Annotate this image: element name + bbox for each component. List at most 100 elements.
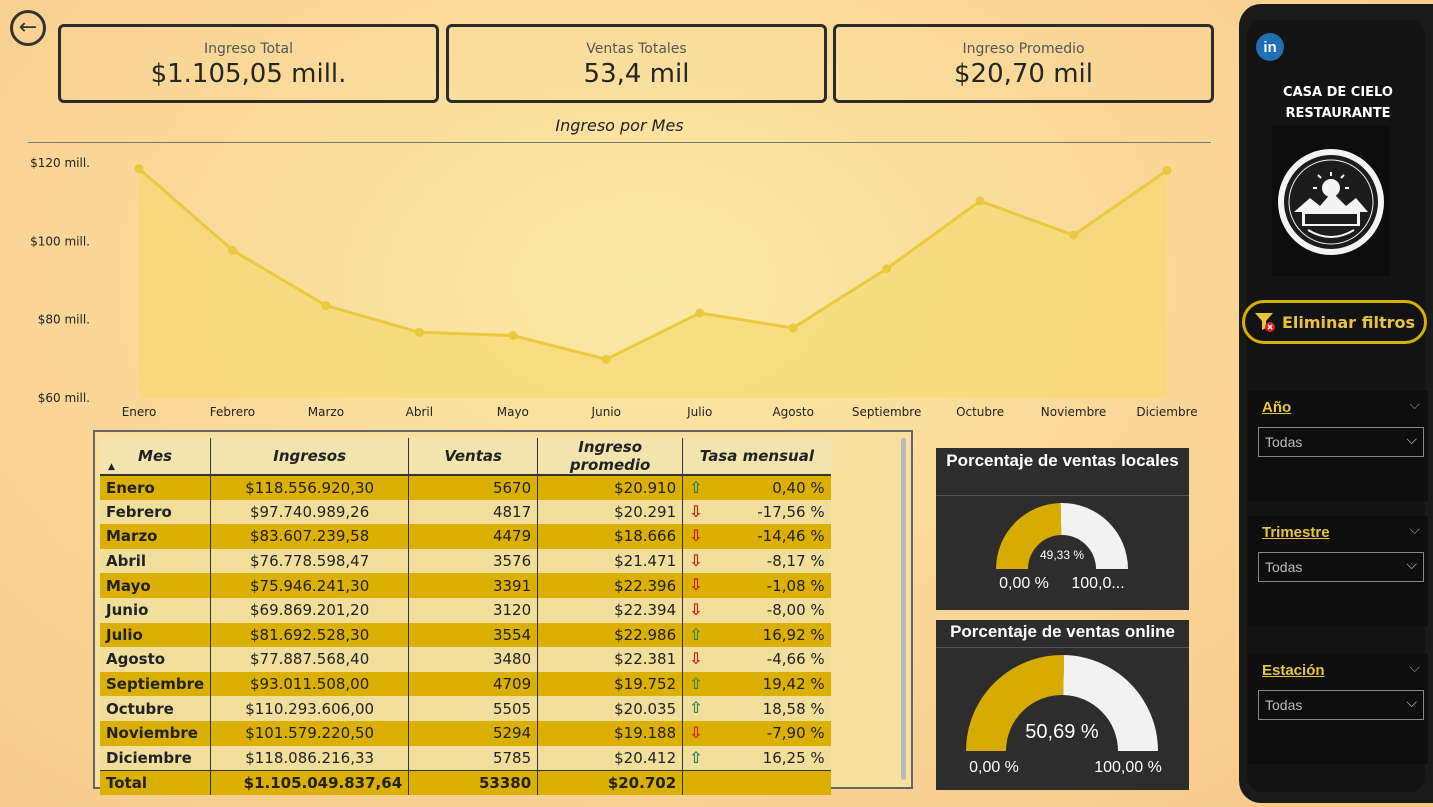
- table-row[interactable]: Diciembre $118.086.216,33 5785 $20.412 ⇧ 16,2…: [100, 745, 831, 771]
- data-point[interactable]: [321, 301, 331, 311]
- kpi-label: Ventas Totales: [586, 41, 687, 57]
- cell-promedio: $20.910: [537, 475, 684, 500]
- cell-ingresos: $69.869.201,20: [210, 597, 410, 623]
- data-point[interactable]: [882, 264, 892, 274]
- arrow-down-icon: ⇩: [689, 526, 703, 546]
- filter-label: Trimestre: [1262, 524, 1330, 541]
- cell-mes: Julio: [100, 622, 212, 648]
- table-row[interactable]: Agosto $77.887.568,40 3480 $22.381 ⇩ -4,66 %: [100, 647, 831, 672]
- arrow-left-icon: ←: [18, 15, 38, 40]
- column-header-mes[interactable]: Mes ▲: [100, 438, 212, 476]
- chevron-down-icon[interactable]: ⌵: [1409, 397, 1420, 413]
- table-row[interactable]: Junio $69.869.201,20 3120 $22.394 ⇩ -8,00 %: [100, 597, 831, 623]
- cell-promedio: $22.381: [537, 647, 684, 672]
- arrow-up-icon: ⇧: [689, 624, 703, 644]
- column-header-ventas[interactable]: Ventas: [408, 438, 539, 476]
- arrow-down-icon: ⇩: [689, 550, 703, 570]
- column-header-ingresos[interactable]: Ingresos: [210, 438, 410, 476]
- table-row[interactable]: Noviembre $101.579.220,50 5294 $19.188 ⇩ -7,9…: [100, 720, 831, 746]
- filter-trimestre-select[interactable]: Todas ⌵: [1258, 552, 1424, 582]
- x-tick-label: Junio: [591, 405, 621, 419]
- table-row[interactable]: Julio $81.692.528,30 3554 $22.986 ⇧ 16,92 %: [100, 622, 831, 648]
- table-row[interactable]: Enero $118.556.920,30 5670 $20.910 ⇧ 0,40 %: [100, 475, 831, 500]
- data-point[interactable]: [414, 327, 424, 337]
- kpi-value: 53,4 mil: [583, 59, 690, 89]
- chevron-down-icon: ⌵: [1406, 431, 1417, 447]
- arrow-down-icon: ⇩: [689, 649, 703, 669]
- cell-ventas: 3576: [408, 548, 539, 574]
- data-point[interactable]: [1069, 230, 1079, 240]
- table-row[interactable]: Octubre $110.293.606,00 5505 $20.035 ⇧ 18,58 …: [100, 696, 831, 721]
- y-tick-label: $100 mill.: [30, 234, 90, 248]
- column-header-tasa-mensual[interactable]: Tasa mensual: [682, 438, 831, 476]
- y-tick-label: $120 mill.: [30, 156, 90, 170]
- kpi-value: $1.105,05 mill.: [150, 59, 347, 89]
- cell-promedio: $19.188: [537, 720, 684, 746]
- filter-label: Año: [1262, 399, 1292, 416]
- x-tick-label: Febrero: [210, 405, 255, 419]
- x-tick-label: Diciembre: [1136, 405, 1197, 419]
- cell-ingresos: $77.887.568,40: [210, 647, 410, 672]
- data-point[interactable]: [695, 308, 705, 318]
- back-button[interactable]: ←: [10, 10, 46, 46]
- data-point[interactable]: [508, 331, 518, 341]
- filter-trimestre: Trimestre ⌵ Todas ⌵: [1248, 516, 1428, 626]
- data-point[interactable]: [1162, 165, 1172, 175]
- cell-promedio: $20.035: [537, 696, 684, 721]
- ingreso-por-mes-chart[interactable]: $60 mill. $80 mill. $100 mill. $120 mill. En…: [0, 144, 1230, 424]
- table-row[interactable]: Septiembre $93.011.508,00 4709 $19.752 ⇧ 19,4…: [100, 671, 831, 697]
- cell-ventas: 4709: [408, 671, 539, 697]
- cell-mes: Abril: [100, 548, 212, 574]
- kpi-card-ingreso-promedio: Ingreso Promedio $20,70 mil: [833, 24, 1214, 103]
- cell-promedio: $22.394: [537, 597, 684, 623]
- cell-promedio: $20.702: [537, 769, 684, 795]
- kpi-card-ventas-totales: Ventas Totales 53,4 mil: [446, 24, 827, 103]
- cell-mes: Septiembre: [100, 671, 212, 697]
- table-row[interactable]: Mayo $75.946.241,30 3391 $22.396 ⇩ -1,08 %: [100, 573, 831, 598]
- cell-tasa: ⇧ 16,25 %: [682, 745, 831, 771]
- chevron-down-icon[interactable]: ⌵: [1409, 522, 1420, 538]
- cell-tasa: ⇩ -14,46 %: [682, 524, 831, 549]
- table-row[interactable]: Febrero $97.740.989,26 4817 $20.291 ⇩ -17,56 …: [100, 499, 831, 525]
- x-tick-label: Noviembre: [1041, 405, 1107, 419]
- gauge-title: Porcentaje de ventas online: [936, 620, 1189, 648]
- cell-ventas: 5505: [408, 696, 539, 721]
- chevron-down-icon[interactable]: ⌵: [1409, 660, 1420, 676]
- filter-label: Estación: [1262, 662, 1325, 679]
- x-tick-label: Julio: [686, 405, 712, 419]
- table: Mes ▲ Ingresos Ventas Ingreso promedio Ta…: [100, 438, 831, 795]
- table-row[interactable]: Marzo $83.607.239,58 4479 $18.666 ⇩ -14,46 %: [100, 524, 831, 549]
- cell-ingresos: $97.740.989,26: [210, 499, 410, 525]
- linkedin-icon[interactable]: in: [1256, 33, 1284, 61]
- chart-divider: [28, 142, 1211, 143]
- monthly-table[interactable]: Mes ▲ Ingresos Ventas Ingreso promedio Ta…: [93, 430, 913, 795]
- filter-estacion-select[interactable]: Todas ⌵: [1258, 690, 1424, 720]
- data-point[interactable]: [227, 245, 237, 255]
- cell-tasa: [682, 769, 831, 795]
- chart-title: Ingreso por Mes: [555, 116, 684, 135]
- arrow-up-icon: ⇧: [689, 478, 703, 497]
- table-row[interactable]: Abril $76.778.598,47 3576 $21.471 ⇩ -8,17 %: [100, 548, 831, 574]
- cell-mes: Junio: [100, 597, 212, 623]
- filter-anio-select[interactable]: Todas ⌵: [1258, 427, 1424, 457]
- x-tick-label: Enero: [122, 405, 157, 419]
- cell-ingresos: $110.293.606,00: [210, 696, 410, 721]
- table-scrollbar[interactable]: [901, 438, 906, 780]
- cell-tasa: ⇩ -7,90 %: [682, 720, 831, 746]
- clear-filters-button[interactable]: Eliminar filtros: [1242, 300, 1427, 344]
- column-header-ingreso-promedio[interactable]: Ingreso promedio: [537, 438, 684, 476]
- gauge-min-label: 0,00 %: [969, 759, 1019, 776]
- brand-name: CASA DE CIELO RESTAURANTE: [1250, 82, 1426, 124]
- cell-ingresos: $93.011.508,00: [210, 671, 410, 697]
- cell-ventas: 5785: [408, 745, 539, 771]
- data-point[interactable]: [975, 196, 985, 206]
- data-point[interactable]: [601, 354, 611, 364]
- cell-promedio: $22.396: [537, 573, 684, 598]
- cell-mes: Octubre: [100, 696, 212, 721]
- cell-ingresos: $75.946.241,30: [210, 573, 410, 598]
- y-tick-label: $60 mill.: [38, 391, 90, 405]
- cell-ventas: 3391: [408, 573, 539, 598]
- data-point[interactable]: [134, 164, 144, 174]
- data-point[interactable]: [788, 323, 798, 333]
- cell-promedio: $21.471: [537, 548, 684, 574]
